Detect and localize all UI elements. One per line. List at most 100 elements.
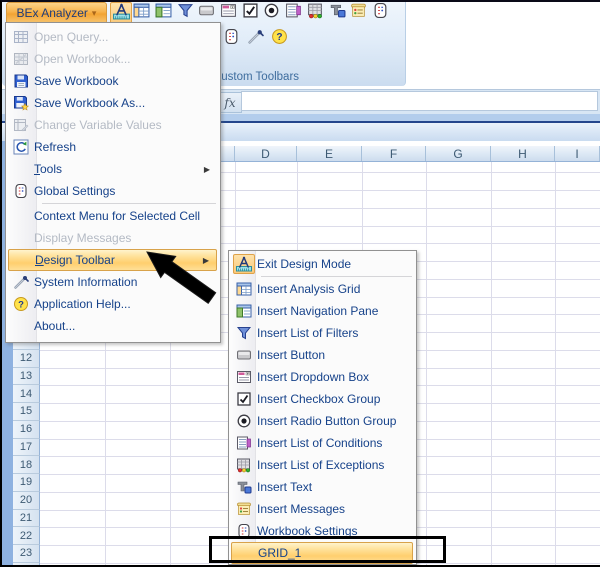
gridline-vertical [491, 162, 492, 565]
save-icon [10, 71, 32, 91]
menu-item-context-menu-for-selected-cell[interactable]: Context Menu for Selected Cell [8, 205, 217, 227]
system-info-icon [247, 28, 264, 50]
menu-item-save-workbook[interactable]: Save Workbook [8, 70, 217, 92]
row-header-19[interactable]: 19 [13, 474, 40, 492]
submenu-arrow-icon: ▶ [204, 165, 210, 174]
menu-item-insert-text[interactable]: Insert Text [231, 476, 413, 498]
navigation-pane-icon [233, 301, 255, 321]
annotation-highlight-box [209, 536, 446, 563]
menu-item-label: Insert Messages [257, 502, 345, 516]
column-header-G[interactable]: G [426, 146, 491, 161]
toolbar-button-dropdown-box-icon[interactable] [219, 2, 239, 23]
row-header-15[interactable]: 15 [13, 403, 40, 421]
menu-item-label: Insert Radio Button Group [257, 414, 396, 428]
menu-item-label: Tools [34, 162, 62, 176]
toolbar-button-list-of-conditions-icon[interactable] [284, 2, 304, 23]
menu-item-change-variable-values[interactable]: Change Variable Values [8, 114, 217, 136]
insert-function-button[interactable]: fx [218, 92, 242, 113]
row-header-22[interactable]: 22 [13, 527, 40, 545]
row-header-17[interactable]: 17 [13, 439, 40, 457]
submenu-arrow-icon: ▶ [203, 256, 209, 265]
toolbar-button-checkbox-group-icon[interactable] [240, 2, 260, 23]
column-header-F[interactable]: F [362, 146, 426, 161]
menu-item-label: Design Toolbar [35, 253, 115, 267]
menu-item-insert-list-of-filters[interactable]: Insert List of Filters [231, 322, 413, 344]
svg-text:?: ? [276, 32, 282, 43]
menu-item-insert-radio-button-group[interactable]: Insert Radio Button Group [231, 410, 413, 432]
menu-item-save-workbook-as[interactable]: Save Workbook As... [8, 92, 217, 114]
menu-item-label: Save Workbook [34, 74, 119, 88]
menu-item-label: Insert Checkbox Group [257, 392, 380, 406]
row-header-18[interactable]: 18 [13, 456, 40, 474]
list-of-exceptions-icon [233, 455, 255, 475]
menu-item-insert-analysis-grid[interactable]: Insert Analysis Grid [231, 278, 413, 300]
menu-item-insert-checkbox-group[interactable]: Insert Checkbox Group [231, 388, 413, 410]
system-info-icon [10, 272, 32, 292]
row-header-13[interactable]: 13 [13, 368, 40, 386]
menu-item-tools[interactable]: Tools ▶ [8, 158, 217, 180]
toolbar-button-text-icon[interactable] [327, 2, 347, 23]
menu-item-display-messages[interactable]: Display Messages [8, 227, 217, 249]
toolbar-button-navigation-pane-icon[interactable] [153, 2, 173, 23]
menu-item-insert-list-of-exceptions[interactable]: Insert List of Exceptions [231, 454, 413, 476]
formula-input[interactable] [241, 91, 598, 111]
checkbox-group-icon [242, 2, 259, 24]
menu-item-refresh[interactable]: Refresh [8, 136, 217, 158]
column-header-H[interactable]: H [491, 146, 555, 161]
toolbar-button-workbook-settings-icon[interactable] [221, 28, 241, 49]
row-header-12[interactable]: 12 [13, 350, 40, 368]
menu-item-label: Display Messages [34, 231, 131, 245]
refresh-icon [10, 137, 32, 157]
menu-item-insert-navigation-pane[interactable]: Insert Navigation Pane [231, 300, 413, 322]
menu-item-insert-list-of-conditions[interactable]: Insert List of Conditions [231, 432, 413, 454]
text-icon [233, 477, 255, 497]
toolbar-button-list-of-exceptions-icon[interactable] [305, 2, 325, 23]
menu-item-label: Insert List of Filters [257, 326, 358, 340]
bex-analyzer-menu: Open Query... Open Workbook... Save Workbo… [5, 22, 221, 343]
dropdown-box-icon [220, 2, 237, 24]
row-header-14[interactable]: 14 [13, 385, 40, 403]
menu-item-application-help[interactable]: ?Application Help... [8, 293, 217, 315]
toolbar-button-list-of-filters-icon[interactable] [175, 2, 195, 23]
column-header-D[interactable]: D [235, 146, 297, 161]
menu-item-about[interactable]: About... [8, 315, 217, 337]
toolbar-button-analysis-grid-icon[interactable] [132, 2, 152, 23]
menu-item-exit-design-mode[interactable]: Exit Design Mode [231, 253, 413, 275]
row-header-21[interactable]: 21 [13, 510, 40, 528]
chevron-down-icon: ▾ [92, 9, 97, 18]
toolbar-button-system-info-icon[interactable] [245, 28, 265, 49]
toolbar-button-button-icon[interactable] [197, 2, 217, 23]
bex-analyzer-menu-button[interactable]: BEx Analyzer ▾ [6, 2, 107, 24]
menu-item-label: Open Workbook... [34, 52, 131, 66]
workbook-settings-icon [223, 28, 240, 50]
menu-item-open-query[interactable]: Open Query... [8, 26, 217, 48]
menu-item-label: Application Help... [34, 297, 131, 311]
menu-item-open-workbook[interactable]: Open Workbook... [8, 48, 217, 70]
row-header-16[interactable]: 16 [13, 421, 40, 439]
menu-item-design-toolbar[interactable]: Design Toolbar ▶ [8, 249, 217, 271]
navigation-pane-icon [155, 2, 172, 24]
toolbar-button-help-icon[interactable]: ? [269, 28, 289, 49]
menu-item-global-settings[interactable]: Global Settings [8, 180, 217, 202]
toolbar-button-radio-button-group-icon[interactable] [262, 2, 282, 23]
column-header-E[interactable]: E [297, 146, 362, 161]
design-toolbar-submenu: Exit Design ModeInsert Analysis GridInse… [228, 250, 417, 565]
row-header-23[interactable]: 23 [13, 545, 40, 563]
menu-item-insert-dropdown-box[interactable]: Insert Dropdown Box [231, 366, 413, 388]
column-header-I[interactable]: I [555, 146, 600, 161]
row-header-24[interactable]: 24 [13, 563, 40, 567]
radio-button-group-icon [233, 411, 255, 431]
gridline-vertical [426, 162, 427, 565]
list-of-filters-icon [177, 2, 194, 24]
toolbar-button-workbook-settings-icon[interactable] [370, 2, 390, 23]
menu-item-system-information[interactable]: System Information [8, 271, 217, 293]
menu-item-label: About... [34, 319, 75, 333]
button-icon [233, 345, 255, 365]
row-header-20[interactable]: 20 [13, 492, 40, 510]
toolbar-button-messages-icon[interactable] [349, 2, 369, 23]
menu-item-insert-messages[interactable]: Insert Messages [231, 498, 413, 520]
menu-item-insert-button[interactable]: Insert Button [231, 344, 413, 366]
menu-item-label: Exit Design Mode [257, 257, 351, 271]
menu-item-label: Insert Text [257, 480, 312, 494]
menu-item-label: Context Menu for Selected Cell [34, 209, 200, 223]
